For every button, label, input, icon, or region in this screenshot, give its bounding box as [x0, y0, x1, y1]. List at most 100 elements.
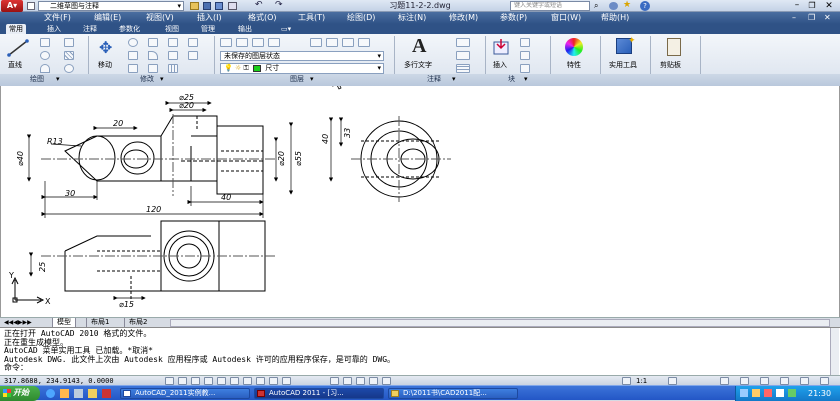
menu-draw[interactable]: 绘图(D) — [347, 12, 375, 24]
menu-format[interactable]: 格式(O) — [248, 12, 277, 24]
grid-display-icon[interactable] — [178, 377, 187, 385]
tab-insert[interactable]: 插入 — [44, 24, 64, 34]
rotate-icon[interactable] — [128, 38, 138, 47]
binoculars-icon[interactable]: ⌕ — [594, 1, 598, 11]
panel-title-layers[interactable]: 图层 — [290, 74, 304, 84]
drawing-canvas[interactable]: ⌀25 ⌀20 20 R13 30 40 120 ⌀15 ⌀40 ⌀55 ⌀20… — [0, 86, 840, 317]
vertical-scrollbar[interactable] — [830, 328, 839, 375]
snap-mode-icon[interactable] — [165, 377, 174, 385]
move-tool-button[interactable]: ✥ 移动 — [92, 36, 122, 72]
layer-state-dropdown[interactable]: 未保存的图层状态 ▾ — [220, 51, 384, 61]
panel-title-draw[interactable]: 绘图 — [30, 74, 44, 84]
tray-volume-icon[interactable] — [752, 389, 760, 397]
tray-antivirus-icon[interactable] — [788, 389, 796, 397]
clean-screen-icon[interactable] — [820, 377, 829, 385]
pan-icon[interactable] — [369, 377, 378, 385]
tab-home[interactable]: 常用 — [6, 24, 26, 34]
status-menu-icon[interactable] — [800, 377, 809, 385]
isolate-objects-icon[interactable] — [780, 377, 789, 385]
clipboard-button[interactable]: 剪贴板 — [654, 36, 696, 72]
menu-help[interactable]: 帮助(H) — [601, 12, 629, 24]
annotation-visibility-icon[interactable] — [668, 377, 677, 385]
edit-attribute-icon[interactable] — [520, 64, 530, 73]
dynamic-input-icon[interactable] — [256, 377, 265, 385]
redo-icon[interactable]: ↷ — [275, 0, 283, 10]
tab-parametric[interactable]: 参数化 — [116, 24, 143, 34]
quicklaunch-desktop-icon[interactable] — [74, 389, 83, 398]
scale-icon[interactable] — [148, 64, 158, 73]
qat-open-icon[interactable] — [190, 2, 199, 10]
create-block-icon[interactable] — [520, 38, 530, 47]
tab-manage[interactable]: 管理 — [198, 24, 218, 34]
command-window[interactable]: 正在打开 AutoCAD 2010 格式的文件。 正在重生成模型。 AutoCA… — [0, 327, 840, 375]
quick-properties-icon[interactable] — [282, 377, 291, 385]
quicklaunch-cad-icon[interactable] — [102, 389, 111, 398]
restore-button[interactable]: ❐ — [805, 1, 819, 11]
zoom-icon[interactable] — [382, 377, 391, 385]
menu-edit[interactable]: 编辑(E) — [94, 12, 121, 24]
mtext-button[interactable]: A 多行文字 — [400, 35, 444, 72]
qat-new-icon[interactable] — [27, 2, 35, 10]
start-button[interactable]: 开始 — [0, 386, 40, 401]
panel-title-modify[interactable]: 修改 — [140, 74, 154, 84]
quick-view-drawings-icon[interactable] — [356, 377, 365, 385]
close-button[interactable]: ✕ — [821, 1, 837, 11]
tray-network-icon[interactable] — [740, 389, 748, 397]
menu-modify[interactable]: 修改(M) — [449, 12, 478, 24]
doc-minimize-button[interactable]: – — [792, 12, 796, 24]
qat-save-icon[interactable] — [203, 2, 211, 10]
rectangle-icon[interactable] — [64, 38, 74, 47]
circle-icon[interactable] — [40, 51, 50, 60]
qat-saveas-icon[interactable] — [215, 2, 223, 10]
quicklaunch-media-icon[interactable] — [60, 389, 69, 398]
offset-icon[interactable] — [188, 51, 198, 60]
qat-print-icon[interactable] — [228, 2, 237, 10]
communication-center-icon[interactable] — [609, 2, 618, 10]
tab-annotate[interactable]: 注释 — [80, 24, 100, 34]
tray-clock[interactable]: 21:30 — [808, 386, 831, 401]
menu-view[interactable]: 视图(V) — [146, 12, 174, 24]
hatch-icon[interactable] — [64, 51, 74, 60]
favorites-star-icon[interactable]: ★ — [623, 0, 631, 10]
help-icon[interactable]: ? — [640, 1, 650, 11]
properties-button[interactable]: 特性 — [555, 36, 597, 72]
ortho-mode-icon[interactable] — [191, 377, 200, 385]
doc-close-button[interactable]: ✕ — [824, 12, 831, 24]
workspace-switch-icon[interactable] — [720, 377, 729, 385]
taskbar-item-word[interactable]: AutoCAD_2011实例教... — [120, 388, 250, 399]
insert-block-button[interactable]: 插入 — [490, 36, 514, 72]
autocad-logo-icon[interactable]: A▾ — [1, 0, 23, 12]
array-icon[interactable] — [168, 64, 178, 73]
quicklaunch-ie-icon[interactable] — [46, 389, 55, 398]
command-prompt[interactable]: 命令： — [4, 363, 840, 373]
polyline-icon[interactable] — [40, 38, 50, 47]
tab-view[interactable]: 视图 — [162, 24, 182, 34]
model-space-icon[interactable] — [330, 377, 339, 385]
leader-icon[interactable] — [456, 51, 470, 60]
minimize-button[interactable]: – — [790, 1, 804, 11]
lineweight-icon[interactable] — [269, 377, 278, 385]
quick-view-layouts-icon[interactable] — [343, 377, 352, 385]
tray-ime-icon[interactable] — [776, 389, 784, 397]
hardware-acceleration-icon[interactable] — [760, 377, 769, 385]
menu-insert[interactable]: 插入(I) — [197, 12, 222, 24]
polar-tracking-icon[interactable] — [204, 377, 213, 385]
menu-parametric[interactable]: 参数(P) — [500, 12, 527, 24]
layer-freeze-icon[interactable] — [310, 38, 322, 47]
layer-dropdown[interactable]: 💡 ☼ ⚿ 尺寸 ▾ — [220, 63, 384, 74]
line-tool-button[interactable]: 直线 — [4, 36, 32, 72]
panel-title-block[interactable]: 块 — [508, 74, 515, 84]
taskbar-item-folder[interactable]: D:\2011书\CAD2011配... — [388, 388, 518, 399]
undo-icon[interactable]: ↶ — [255, 0, 263, 10]
utilities-button[interactable]: ✦ 实用工具 — [604, 36, 646, 72]
erase-icon[interactable] — [168, 51, 178, 60]
mirror-icon[interactable] — [128, 51, 138, 60]
table-icon[interactable] — [456, 64, 470, 73]
explode-icon[interactable] — [188, 38, 198, 47]
layer-lock-icon[interactable] — [342, 38, 354, 47]
menu-dimension[interactable]: 标注(N) — [398, 12, 426, 24]
ribbon-toggle-icon[interactable]: ▭▾ — [278, 24, 294, 34]
doc-restore-button[interactable]: ❐ — [808, 12, 815, 24]
annotation-scale-icon[interactable] — [622, 377, 631, 385]
ucs-toggle-icon[interactable] — [243, 377, 252, 385]
